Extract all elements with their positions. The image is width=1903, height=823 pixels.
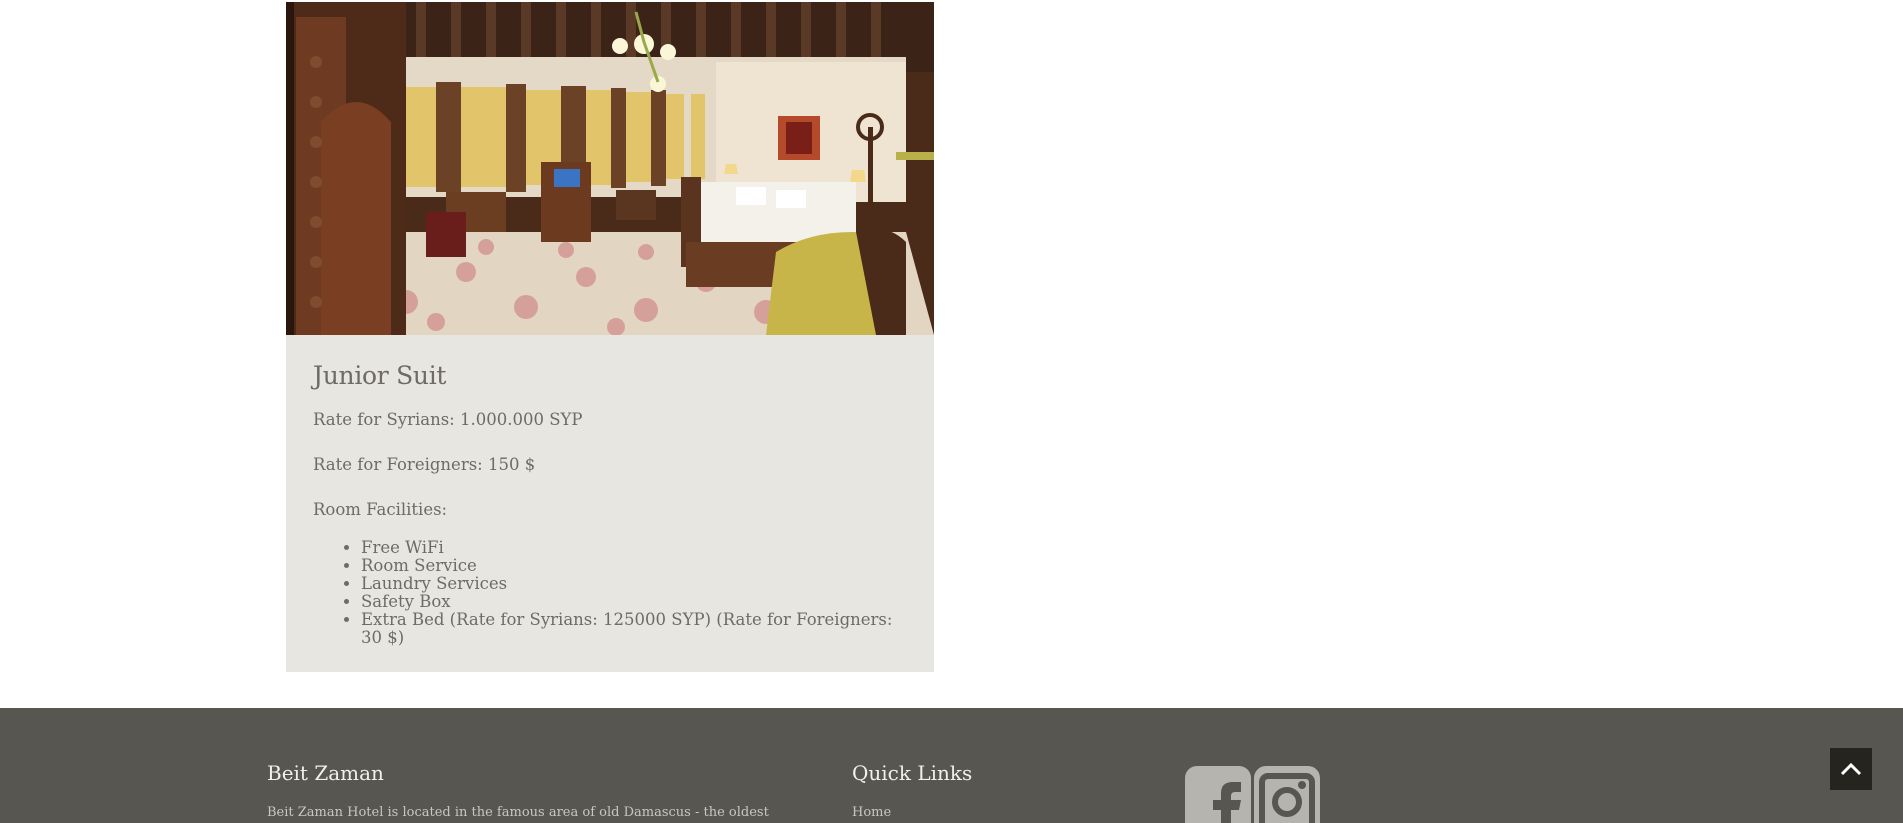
footer-about-title: Beit Zaman [267,761,384,785]
facility-item: Room Service [361,557,908,575]
footer-about-text: Beit Zaman Hotel is located in the famou… [267,805,769,820]
facilities-label: Room Facilities: [313,500,448,519]
rate-syrians: Rate for Syrians: 1.000.000 SYP [313,410,583,429]
room-card: Junior Suit Rate for Syrians: 1.000.000 … [286,2,934,672]
footer: Beit Zaman Beit Zaman Hotel is located i… [0,708,1903,823]
facility-item: Free WiFi [361,539,908,557]
footer-link-home[interactable]: Home [852,805,891,820]
footer-links-title: Quick Links [852,761,973,785]
facility-list: Free WiFi Room Service Laundry Services … [313,539,908,647]
room-details: Junior Suit Rate for Syrians: 1.000.000 … [286,335,934,647]
rate-foreigners: Rate for Foreigners: 150 $ [313,455,536,474]
back-to-top-button[interactable] [1830,748,1872,790]
room-photo [286,2,934,335]
facility-item: Safety Box [361,593,908,611]
facility-item: Extra Bed (Rate for Syrians: 125000 SYP)… [361,611,908,647]
chevron-up-icon [1840,762,1862,776]
facebook-icon[interactable] [1185,766,1251,823]
instagram-icon[interactable] [1254,766,1320,823]
room-title: Junior Suit [313,361,447,390]
facility-item: Laundry Services [361,575,908,593]
